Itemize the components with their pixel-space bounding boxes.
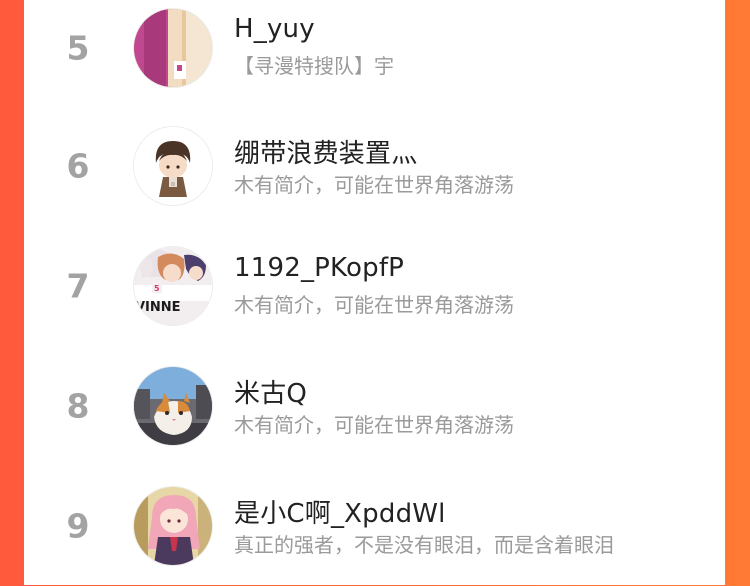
user-name[interactable]: H_yuy: [234, 14, 315, 44]
avatar-room-door-icon: [134, 9, 212, 87]
user-name[interactable]: 绷带浪费装置灬: [234, 133, 417, 170]
avatar[interactable]: [134, 9, 212, 87]
list-item[interactable]: 9 是小C啊_XpddWl 真正的强者，不是没有眼泪，而是含着眼泪: [24, 466, 725, 586]
user-bio: 木有简介，可能在世界角落游荡: [234, 413, 514, 437]
svg-text:VINNE: VINNE: [135, 300, 181, 315]
rank-number: 8: [66, 386, 90, 426]
ranking-list-card: 5 H_yuy 【寻漫特搜队】宇 6 绷带浪费装置灬 木有简介，可能在世界角落游…: [24, 0, 725, 585]
list-item[interactable]: 5 H_yuy 【寻漫特搜队】宇: [24, 0, 725, 108]
avatar-cat-street-icon: [134, 367, 212, 445]
rank-number: 6: [66, 146, 90, 186]
user-name[interactable]: 米古Q: [234, 373, 307, 410]
list-item[interactable]: 8 米古Q 木有简介，可能在世界角落游荡: [24, 346, 725, 466]
avatar-anime-girl-icon: [134, 487, 212, 565]
rank-number: 7: [66, 266, 90, 306]
list-item[interactable]: 6 绷带浪费装置灬 木有简介，可能在世界角落游荡: [24, 106, 725, 226]
avatar[interactable]: [134, 487, 212, 565]
avatar[interactable]: [134, 127, 212, 205]
user-bio: 【寻漫特搜队】宇: [234, 54, 394, 78]
avatar-anime-winners-icon: 5 VINNE: [134, 247, 212, 325]
avatar-chibi-boy-icon: [134, 127, 212, 205]
list-item[interactable]: 7 5 VINNE 1192_PKopfP 木有简介，可能在世界角落游荡: [24, 226, 725, 346]
avatar[interactable]: [134, 367, 212, 445]
user-name[interactable]: 1192_PKopfP: [234, 253, 404, 283]
user-bio: 木有简介，可能在世界角落游荡: [234, 173, 514, 197]
avatar[interactable]: 5 VINNE: [134, 247, 212, 325]
svg-text:5: 5: [154, 284, 160, 293]
user-bio: 真正的强者，不是没有眼泪，而是含着眼泪: [234, 533, 614, 557]
rank-number: 5: [66, 28, 90, 68]
user-bio: 木有简介，可能在世界角落游荡: [234, 293, 514, 317]
rank-number: 9: [66, 506, 90, 546]
user-name[interactable]: 是小C啊_XpddWl: [234, 493, 446, 530]
